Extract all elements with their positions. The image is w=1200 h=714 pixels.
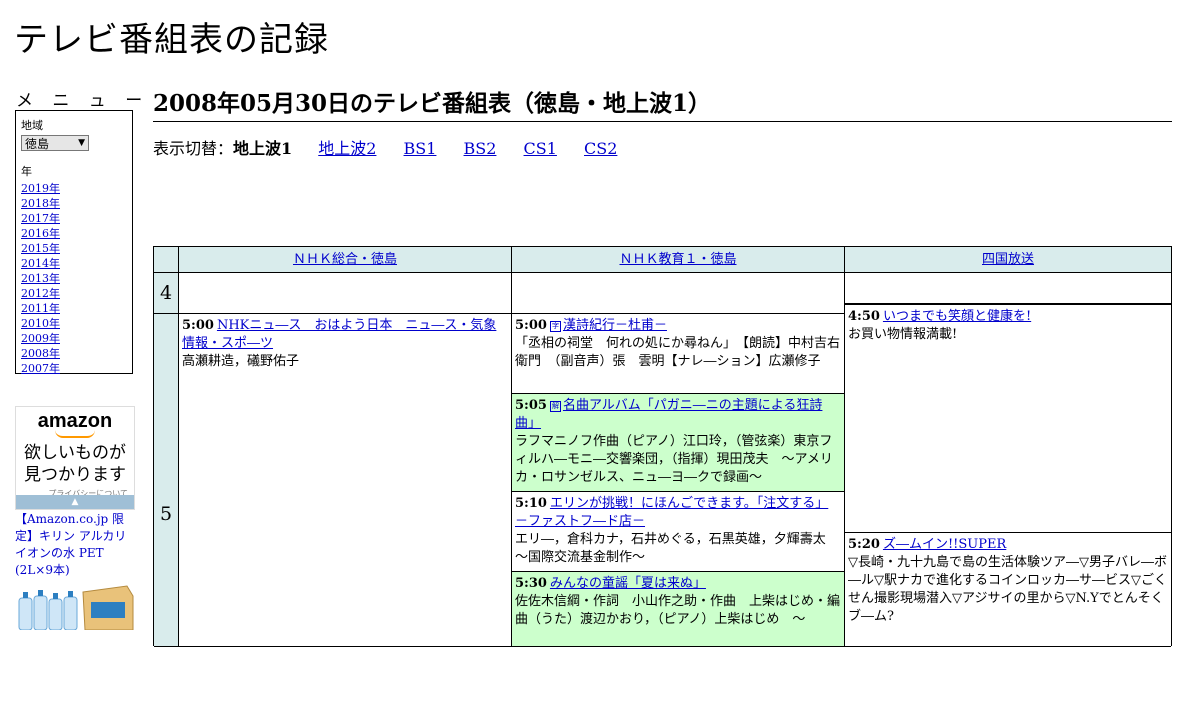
- empty-slot: [512, 273, 845, 314]
- program-time: 4:50: [848, 309, 880, 324]
- year-link[interactable]: 2011年: [21, 302, 60, 315]
- switch-link-cs1[interactable]: CS1: [524, 139, 557, 158]
- empty-slot: [845, 273, 1171, 304]
- ad-copy: 欲しいものが 見つかります: [16, 442, 134, 486]
- switcher-label: 表示切替：: [153, 139, 234, 158]
- channel-header-nhk-general: ＮＨＫ総合・徳島: [179, 247, 512, 273]
- year-link[interactable]: 2013年: [21, 272, 60, 285]
- year-link[interactable]: 2008年: [21, 347, 60, 360]
- program-title-link[interactable]: 名曲アルバム「パガニ―ニの主題による狂詩曲」: [515, 398, 822, 431]
- year-link[interactable]: 2016年: [21, 227, 60, 240]
- channel-switcher: 表示切替：地上波1 地上波2 BS1 BS2 CS1 CS2: [153, 135, 639, 159]
- program-description: 佐佐木信綱・作詞 小山作之助・作曲 上柴はじめ・編曲（うた）渡辺かおり，（ピアノ…: [515, 594, 841, 627]
- region-select-value: 徳島: [25, 136, 50, 151]
- channel-header-nhk-edu: ＮＨＫ教育１・徳島: [512, 247, 845, 273]
- year-link[interactable]: 2018年: [21, 197, 60, 210]
- chevron-up-icon: ▲: [71, 497, 79, 507]
- program-description: エリ―，倉科カナ，石井めぐる，石黒英雄，夕輝壽太 ～国際交流基金制作～: [515, 532, 839, 565]
- year-link[interactable]: 2012年: [21, 287, 60, 300]
- ad-copy-line2: 見つかります: [24, 465, 126, 484]
- region-label: 地域: [21, 119, 43, 132]
- channel-link[interactable]: 四国放送: [982, 252, 1034, 267]
- program-title-link[interactable]: いつまでも笑顔と健康を!: [883, 309, 1031, 324]
- ad-product-name[interactable]: 【Amazon.co.jp 限定】キリン アルカリイオンの水 PET (2L×9…: [15, 511, 137, 579]
- chevron-down-icon: ▼: [78, 138, 85, 148]
- program-time: 5:00: [182, 318, 214, 333]
- program-time: 5:05: [515, 398, 547, 413]
- commentary-icon: 解: [549, 401, 561, 412]
- program-title-link[interactable]: ズ―ムイン!!SUPER: [883, 537, 1006, 552]
- program-title-link[interactable]: 漢詩紀行－杜甫－: [563, 318, 667, 333]
- program-time: 5:10: [515, 496, 547, 511]
- empty-slot: [179, 273, 512, 314]
- switch-link-bs1[interactable]: BS1: [404, 139, 437, 158]
- program-grid: ＮＨＫ総合・徳島 ＮＨＫ教育１・徳島 四国放送 4 5 5:00 NHKニュ―ス …: [153, 246, 1172, 647]
- program-cell: 4:50 いつまでも笑顔と健康を! お買い物情報満載!: [845, 304, 1171, 534]
- hour-label: 4: [154, 273, 179, 314]
- channel-link[interactable]: ＮＨＫ教育１・徳島: [619, 252, 736, 267]
- site-title: テレビ番組表の記録: [14, 20, 329, 60]
- year-link[interactable]: 2019年: [21, 182, 60, 195]
- program-time: 5:00: [515, 318, 547, 333]
- switch-link-chijo2[interactable]: 地上波2: [318, 139, 376, 158]
- page-title: 2008年05月30日のテレビ番組表（徳島・地上波1）: [153, 84, 1172, 122]
- switch-link-bs2[interactable]: BS2: [464, 139, 497, 158]
- program-description: ラフマニノフ作曲（ピアノ）江口玲，（管弦楽）東京フィルハ―モニ―交響楽団，（指揮…: [515, 434, 833, 485]
- program-time: 5:30: [515, 576, 547, 591]
- ad-copy-line1: 欲しいものが: [24, 443, 126, 462]
- program-cell: 5:05 解名曲アルバム「パガニ―ニの主題による狂詩曲」 ラフマニノフ作曲（ピアノ…: [512, 394, 845, 492]
- amazon-logo: amazon: [37, 410, 113, 432]
- year-link[interactable]: 2017年: [21, 212, 60, 225]
- program-description: 「丞相の祠堂 何れの処にか尋ねん」 【朗読】中村吉右衛門 （副音声）張 雲明【ナ…: [515, 336, 841, 369]
- year-list: 2019年 2018年 2017年 2016年 2015年 2014年 2013…: [21, 181, 127, 376]
- program-description: 高瀬耕造，礒野佑子: [182, 354, 300, 369]
- grid-corner: [154, 247, 179, 273]
- year-label: 年: [21, 165, 32, 178]
- switcher-current: 地上波1: [233, 139, 293, 158]
- year-link[interactable]: 2014年: [21, 257, 60, 270]
- channel-header-jrt: 四国放送: [845, 247, 1171, 273]
- program-title-link[interactable]: NHKニュ―ス おはよう日本 ニュ―ス・気象情報・スポ―ツ: [182, 318, 496, 351]
- program-description: ▽長崎・九十九島で島の生活体験ツア―▽男子バレ―ボ―ル▽駅ナカで進化するコインロ…: [848, 555, 1167, 624]
- amazon-ad-banner[interactable]: amazon 欲しいものが 見つかります プライバシーについて ▲: [15, 406, 135, 510]
- year-link[interactable]: 2010年: [21, 317, 60, 330]
- program-description: お買い物情報満載!: [848, 327, 958, 342]
- hour-label: 5: [154, 314, 179, 647]
- switch-link-cs2[interactable]: CS2: [584, 139, 617, 158]
- program-cell: 5:30 みんなの童謡「夏は来ぬ」 佐佐木信綱・作詞 小山作之助・作曲 上柴はじめ…: [512, 572, 845, 647]
- water-bottles-image[interactable]: [15, 582, 135, 630]
- program-cell: 5:00 NHKニュ―ス おはよう日本 ニュ―ス・気象情報・スポ―ツ 高瀬耕造，礒…: [179, 314, 512, 647]
- year-link[interactable]: 2015年: [21, 242, 60, 255]
- menu-heading: メ ニ ュ ー: [16, 91, 150, 111]
- caption-icon: 字: [549, 321, 561, 332]
- menu-box: 地域 徳島 ▼ 年 2019年 2018年 2017年 2016年 2015年 …: [15, 110, 133, 376]
- year-link[interactable]: 2009年: [21, 332, 60, 345]
- year-link[interactable]: 2007年: [21, 362, 60, 375]
- region-select[interactable]: 徳島 ▼: [21, 135, 89, 151]
- program-cell: 5:00 字漢詩紀行－杜甫－ 「丞相の祠堂 何れの処にか尋ねん」 【朗読】中村吉右…: [512, 314, 845, 394]
- ad-expand-bar[interactable]: ▲: [16, 495, 134, 509]
- program-title-link[interactable]: みんなの童謡「夏は来ぬ」: [550, 576, 706, 591]
- program-time: 5:20: [848, 537, 880, 552]
- program-title-link[interactable]: エリンが挑戦！にほんごできます。「注文する」－ファストフ―ド店－: [515, 496, 828, 529]
- channel-link[interactable]: ＮＨＫ総合・徳島: [293, 252, 397, 267]
- program-cell: 5:10 エリンが挑戦！にほんごできます。「注文する」－ファストフ―ド店－ エリ―…: [512, 492, 845, 572]
